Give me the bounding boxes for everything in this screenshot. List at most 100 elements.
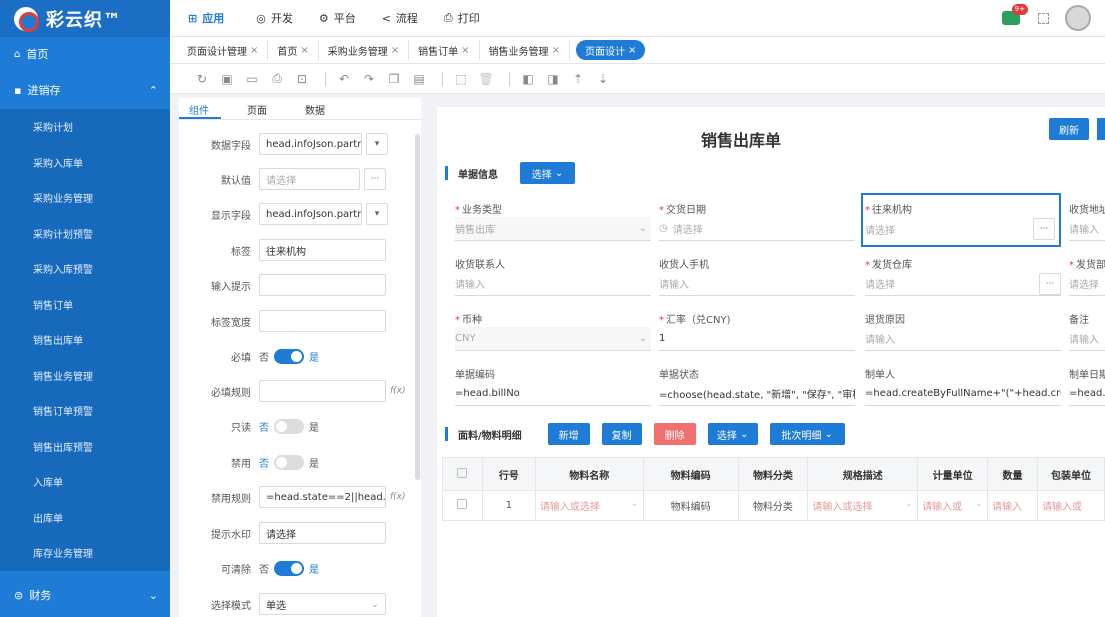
package-unit-cell[interactable]: 请输入或 (1037, 490, 1105, 521)
redo-icon[interactable]: ↷ (359, 69, 379, 89)
sidebar-group-inventory[interactable]: ▪ 进销存 ⌃ (0, 71, 170, 109)
sidebar-item-outbound[interactable]: 出库单 (0, 500, 170, 536)
tab-page-design-manage[interactable]: 页面设计管理 × (178, 40, 269, 60)
sidebar-group-finance[interactable]: ⊜ 财务 ⌄ (0, 576, 170, 614)
sidebar-item-home[interactable]: ⌂ 首页 (0, 37, 170, 71)
warehouse-select[interactable]: 请选择 ··· (865, 272, 1061, 296)
close-icon[interactable]: × (391, 45, 399, 56)
close-icon[interactable]: × (250, 45, 258, 56)
close-icon[interactable]: × (552, 45, 560, 56)
chevron-down-icon[interactable]: ▾ (366, 203, 388, 225)
bring-front-icon[interactable]: ◧ (518, 69, 538, 89)
material-name-cell[interactable]: 请输入或选择 ⌄ (534, 490, 644, 521)
remark-input[interactable]: 请输入 (1069, 327, 1105, 351)
required-rule-input[interactable] (259, 380, 386, 402)
label-width-input[interactable] (259, 310, 386, 332)
required-toggle[interactable] (274, 348, 304, 364)
department-select[interactable]: 请选择 (1069, 272, 1105, 296)
contact-input[interactable]: 请输入 (455, 272, 651, 296)
title-input[interactable]: 往来机构 (259, 239, 386, 261)
ship-address-input[interactable]: 请输入 (1069, 217, 1105, 241)
create-date-input[interactable]: =head.c (1069, 382, 1105, 406)
move-up-icon[interactable]: ⇡ (568, 69, 588, 89)
fx-button[interactable]: f(x) (390, 492, 406, 502)
quantity-cell[interactable]: 请输入 (987, 490, 1038, 521)
checkbox[interactable] (457, 499, 468, 509)
sidebar-item-sales-order-alert[interactable]: 销售订单预警 (0, 393, 170, 429)
nav-dev[interactable]: ◎ 开发 (256, 10, 293, 26)
paste-icon[interactable]: ▤ (409, 69, 429, 89)
sidebar-item-sales-order[interactable]: 销售订单 (0, 287, 170, 323)
more-icon[interactable]: ··· (1033, 218, 1055, 240)
undo-icon[interactable]: ↶ (334, 69, 354, 89)
section-select-button[interactable]: 选择 ⌄ (520, 162, 575, 184)
watermark-input[interactable]: 请选择 (259, 522, 386, 544)
sidebar-item-sales-business[interactable]: 销售业务管理 (0, 358, 170, 394)
sidebar-item-purchase-business[interactable]: 采购业务管理 (0, 180, 170, 216)
row-select-button[interactable]: 选择 ⌄ (707, 423, 758, 445)
nav-flow[interactable]: < 流程 (382, 10, 418, 26)
select-icon[interactable]: ⬚ (451, 69, 471, 89)
sidebar-item-purchase-plan[interactable]: 采购计划 (0, 109, 170, 145)
message-icon[interactable]: 9+ (1002, 4, 1028, 25)
checkbox[interactable] (457, 467, 468, 478)
tab-home[interactable]: 首页 × (268, 40, 319, 60)
creator-input[interactable]: =head.createByFullName+"("+head.creat... (865, 382, 1061, 406)
default-input[interactable]: 请选择 (259, 168, 360, 190)
save-icon[interactable]: ▣ (217, 69, 237, 89)
exchange-rate-input[interactable]: 1 (659, 327, 855, 351)
readonly-toggle[interactable] (274, 418, 304, 434)
field-partner-selected[interactable]: * 往来机构 请选择 ··· (861, 193, 1061, 247)
batch-detail-button[interactable]: 批次明细 ⌄ (769, 423, 845, 445)
chevron-down-icon[interactable]: ▾ (366, 133, 388, 155)
tab-sales-business[interactable]: 销售业务管理 × (480, 40, 570, 60)
disable-rule-input[interactable]: =head.state==2||head.sta (259, 486, 386, 508)
hint-input[interactable] (259, 274, 386, 296)
sidebar-item-inventory-business[interactable]: 库存业务管理 (0, 535, 170, 571)
fullscreen-icon[interactable] (1038, 12, 1049, 24)
select-all-header[interactable] (442, 457, 483, 491)
refresh-icon[interactable]: ↻ (192, 69, 212, 89)
nav-apps[interactable]: ⊞ 应用 (188, 10, 224, 26)
tab-page[interactable]: 页面 (235, 98, 279, 119)
send-back-icon[interactable]: ◨ (543, 69, 563, 89)
phone-input[interactable]: 请输入 (659, 272, 855, 296)
delete-button[interactable]: 删除 (653, 423, 696, 445)
copy-button[interactable]: 复制 (601, 423, 642, 445)
business-type-select[interactable]: 销售出库 ⌄ (455, 217, 651, 241)
app-logo[interactable]: 彩云织™ (0, 0, 170, 37)
return-reason-input[interactable]: 请输入 (865, 327, 1061, 351)
delete-icon[interactable]: 🗑 (476, 69, 496, 89)
tab-page-design[interactable]: 页面设计 × (575, 40, 646, 60)
row-select-cell[interactable] (442, 490, 483, 521)
more-button[interactable] (1097, 118, 1105, 140)
bill-state-input[interactable]: =choose(head.state, "新增", "保存", "审核... (659, 382, 855, 406)
tab-sales-order[interactable]: 销售订单 × (409, 40, 480, 60)
avatar[interactable] (1065, 5, 1091, 31)
sidebar-item-sales-outbound-alert[interactable]: 销售出库预警 (0, 429, 170, 465)
close-icon[interactable]: × (628, 45, 636, 56)
refresh-button[interactable]: 刷新 (1049, 118, 1089, 140)
more-icon[interactable]: ··· (364, 168, 386, 190)
close-icon[interactable]: × (461, 45, 469, 56)
tab-data[interactable]: 数据 (293, 98, 337, 119)
tab-component[interactable]: 组件 (179, 98, 221, 119)
nav-platform[interactable]: ⚙ 平台 (319, 10, 356, 26)
bill-no-input[interactable]: =head.billNo (455, 382, 651, 406)
clearable-toggle[interactable] (274, 560, 304, 576)
scrollbar[interactable] (415, 134, 420, 480)
spec-cell[interactable]: 请输入或选择 ⌄ (807, 490, 919, 521)
more-icon[interactable]: ··· (1039, 272, 1061, 295)
data-field-input[interactable]: head.infoJson.partner (259, 133, 362, 155)
move-down-icon[interactable]: ⇣ (593, 69, 613, 89)
print-icon[interactable]: ⎙ (267, 69, 287, 89)
close-icon[interactable]: × (300, 45, 308, 56)
fx-button[interactable]: f(x) (390, 386, 406, 396)
sidebar-item-purchase-inbound[interactable]: 采购入库单 (0, 145, 170, 181)
sidebar-item-purchase-plan-alert[interactable]: 采购计划预警 (0, 216, 170, 252)
preview-icon[interactable]: ⊡ (292, 69, 312, 89)
currency-select[interactable]: CNY ⌄ (455, 327, 651, 351)
select-mode-select[interactable]: 单选 ⌄ (259, 593, 386, 615)
folder-icon[interactable]: ▭ (242, 69, 262, 89)
unit-cell[interactable]: 请输入或 ⌄ (917, 490, 989, 521)
